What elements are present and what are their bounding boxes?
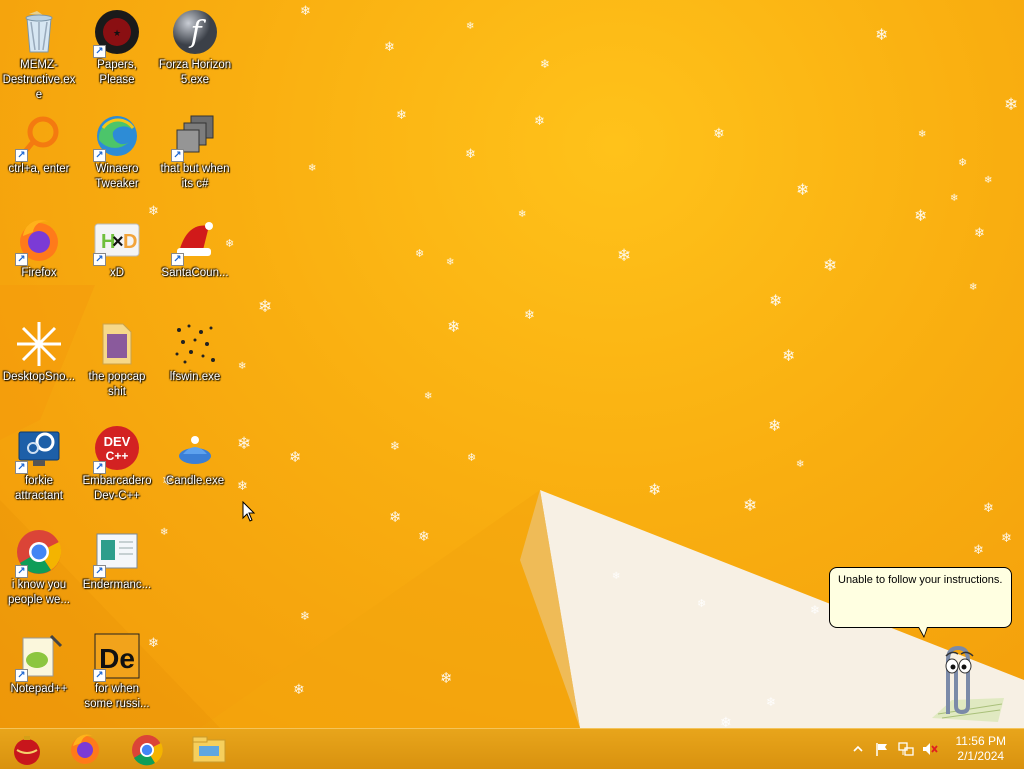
- shortcut-arrow-icon: ↗: [93, 149, 106, 162]
- desktop-icon-candle[interactable]: Candle.exe: [156, 420, 234, 520]
- network-icon[interactable]: [898, 741, 914, 757]
- clippy-speech-balloon[interactable]: Unable to follow your instructions.: [829, 567, 1012, 638]
- taskbar: 11:56 PM 2/1/2024: [0, 728, 1024, 769]
- chrome-icon: ↗: [15, 528, 63, 578]
- desktop-icon-chrome[interactable]: ↗ i know you people we...: [0, 524, 78, 624]
- firefox-icon: ↗: [15, 216, 63, 266]
- papers-please-icon: ★ ↗: [93, 8, 141, 58]
- show-hidden-icons-chevron-icon[interactable]: [850, 741, 866, 757]
- folder-icon: [192, 736, 226, 763]
- christmas-ornament-icon: [14, 736, 40, 765]
- svg-text:DEV: DEV: [104, 434, 131, 449]
- notepad-plus-plus-icon: ↗: [15, 632, 63, 682]
- taskbar-firefox[interactable]: [61, 732, 109, 766]
- stacked-windows-icon: ↗: [171, 112, 219, 162]
- clock-time: 11:56 PM: [955, 734, 1006, 748]
- desktop-icon-label: xD: [109, 267, 125, 279]
- computer-gear-icon: ↗: [15, 424, 63, 474]
- desktop-icon-memz[interactable]: MEMZ-Destructive.exe: [0, 4, 78, 104]
- dots-icon: [171, 320, 219, 368]
- desktop-icon-desktopsnow[interactable]: DesktopSno...: [0, 316, 78, 416]
- santa-hat-icon: ↗: [171, 216, 219, 266]
- shortcut-arrow-icon: ↗: [93, 669, 106, 682]
- firefox-icon: [71, 734, 99, 764]
- desktop-icon-label: Papers, Please: [97, 59, 137, 86]
- edge-browser-icon: ↗: [93, 112, 141, 162]
- flash-player-icon: f: [171, 8, 219, 56]
- desktop-icon-label: Firefox: [21, 267, 57, 279]
- clippy-assistant[interactable]: [912, 640, 1004, 724]
- folder-icon: [93, 320, 141, 368]
- desktop-icon-label: Endermanc...: [82, 579, 152, 591]
- shortcut-arrow-icon: ↗: [15, 669, 28, 682]
- desktop-icon-label: ctrl+a, enter: [8, 163, 70, 175]
- desktop-icon-label: that but when its c#: [160, 163, 230, 190]
- mouse-cursor-icon: [242, 501, 256, 522]
- svg-text:D: D: [123, 231, 137, 253]
- magnifier-ring-icon: ↗: [15, 112, 63, 162]
- desktop[interactable]: ❄ ❄ ❄ ❄ ❄ ❄ ❄ ❄ ❄ ❄ ❄ ❄ ❄ ❄ ❄ ❄ ❄ ❄ ❄ ❄ ❄ ❄ ❄ ❄ ❄ ❄ ❄ ❄ ❄ ❄ ❄ ❄ ❄ ❄ ❄ ❄ ❄ ❄ ❄ ❄…: [0, 0, 1024, 728]
- desktop-icon-forkie[interactable]: ↗ forkie attractant: [0, 420, 78, 520]
- desktop-icon-label: MEMZ-Destructive.exe: [2, 59, 76, 101]
- taskbar-file-explorer[interactable]: [185, 732, 233, 766]
- shortcut-arrow-icon: ↗: [15, 565, 28, 578]
- desktop-icon-label: Forza Horizon 5.exe: [158, 59, 232, 86]
- shortcut-arrow-icon: ↗: [15, 253, 28, 266]
- desktop-icon-ctrl-a-enter[interactable]: ↗ ctrl+a, enter: [0, 108, 78, 208]
- shortcut-arrow-icon: ↗: [15, 461, 28, 474]
- desktop-icon-winaero[interactable]: ↗ Winaero Tweaker: [78, 108, 156, 208]
- desktop-icon-notepadpp[interactable]: ↗ Notepad++: [0, 628, 78, 728]
- chrome-icon: [132, 735, 163, 766]
- desktop-icon-label: Winaero Tweaker: [95, 163, 139, 190]
- shortcut-arrow-icon: ↗: [15, 149, 28, 162]
- desktop-icon-label: for when some russi...: [84, 683, 150, 710]
- candle-icon: [171, 424, 219, 472]
- taskbar-chrome[interactable]: [123, 732, 171, 766]
- dev-cpp-icon: DEV C++ ↗: [93, 424, 141, 474]
- snowflake-icon: [15, 320, 63, 368]
- desktop-icon-devcpp[interactable]: DEV C++ ↗ Embarcadero Dev-C++: [78, 420, 156, 520]
- desktop-icon-label: forkie attractant: [15, 475, 63, 502]
- shortcut-arrow-icon: ↗: [171, 149, 184, 162]
- shortcut-arrow-icon: ↗: [93, 253, 106, 266]
- taskbar-santa-count[interactable]: [3, 732, 51, 766]
- window-app-icon: ↗: [93, 528, 141, 578]
- shortcut-arrow-icon: ↗: [93, 45, 106, 58]
- desktop-icon-forza[interactable]: f Forza Horizon 5.exe: [156, 4, 234, 104]
- action-center-flag-icon[interactable]: [874, 741, 890, 757]
- desktop-icon-that-but-csharp[interactable]: ↗ that but when its c#: [156, 108, 234, 208]
- clock-date: 2/1/2024: [957, 749, 1005, 763]
- desktop-icon-label: Notepad++: [10, 683, 68, 695]
- shortcut-arrow-icon: ↗: [93, 461, 106, 474]
- desktop-icon-xd[interactable]: H D × ↗ xD: [78, 212, 156, 312]
- desktop-icon-label: Embarcadero Dev-C++: [82, 475, 152, 502]
- desktop-icon-endermanch[interactable]: ↗ Endermanc...: [78, 524, 156, 624]
- desktop-icon-santacount[interactable]: ↗ SantaCoun...: [156, 212, 234, 312]
- svg-text:★: ★: [113, 29, 121, 39]
- recycle-bin-icon: [15, 8, 63, 56]
- de-app-icon: De ↗: [93, 632, 141, 682]
- desktop-icon-firefox[interactable]: ↗ Firefox: [0, 212, 78, 312]
- taskbar-clock[interactable]: 11:56 PM 2/1/2024: [956, 734, 1006, 764]
- svg-text:×: ×: [112, 231, 124, 253]
- desktop-icon-label: lfswin.exe: [169, 371, 221, 383]
- desktop-icon-label: the popcap shit: [88, 371, 146, 398]
- desktop-icon-label: SantaCoun...: [161, 267, 229, 279]
- clippy-message: Unable to follow your instructions.: [838, 574, 1003, 586]
- desktop-icon-russian[interactable]: De ↗ for when some russi...: [78, 628, 156, 728]
- desktop-icon-papers-please[interactable]: ★ ↗ Papers, Please: [78, 4, 156, 104]
- shortcut-arrow-icon: ↗: [93, 565, 106, 578]
- desktop-icon-label: DesktopSno...: [2, 371, 76, 383]
- svg-text:C++: C++: [106, 449, 129, 463]
- desktop-icon-label: Candle.exe: [165, 475, 225, 487]
- volume-muted-icon[interactable]: [922, 741, 938, 757]
- desktop-icon-popcap[interactable]: the popcap shit: [78, 316, 156, 416]
- hxd-hex-editor-icon: H D × ↗: [93, 216, 141, 266]
- shortcut-arrow-icon: ↗: [171, 253, 184, 266]
- desktop-icon-label: i know you people we...: [7, 579, 70, 606]
- desktop-icon-lfswin[interactable]: lfswin.exe: [156, 316, 234, 416]
